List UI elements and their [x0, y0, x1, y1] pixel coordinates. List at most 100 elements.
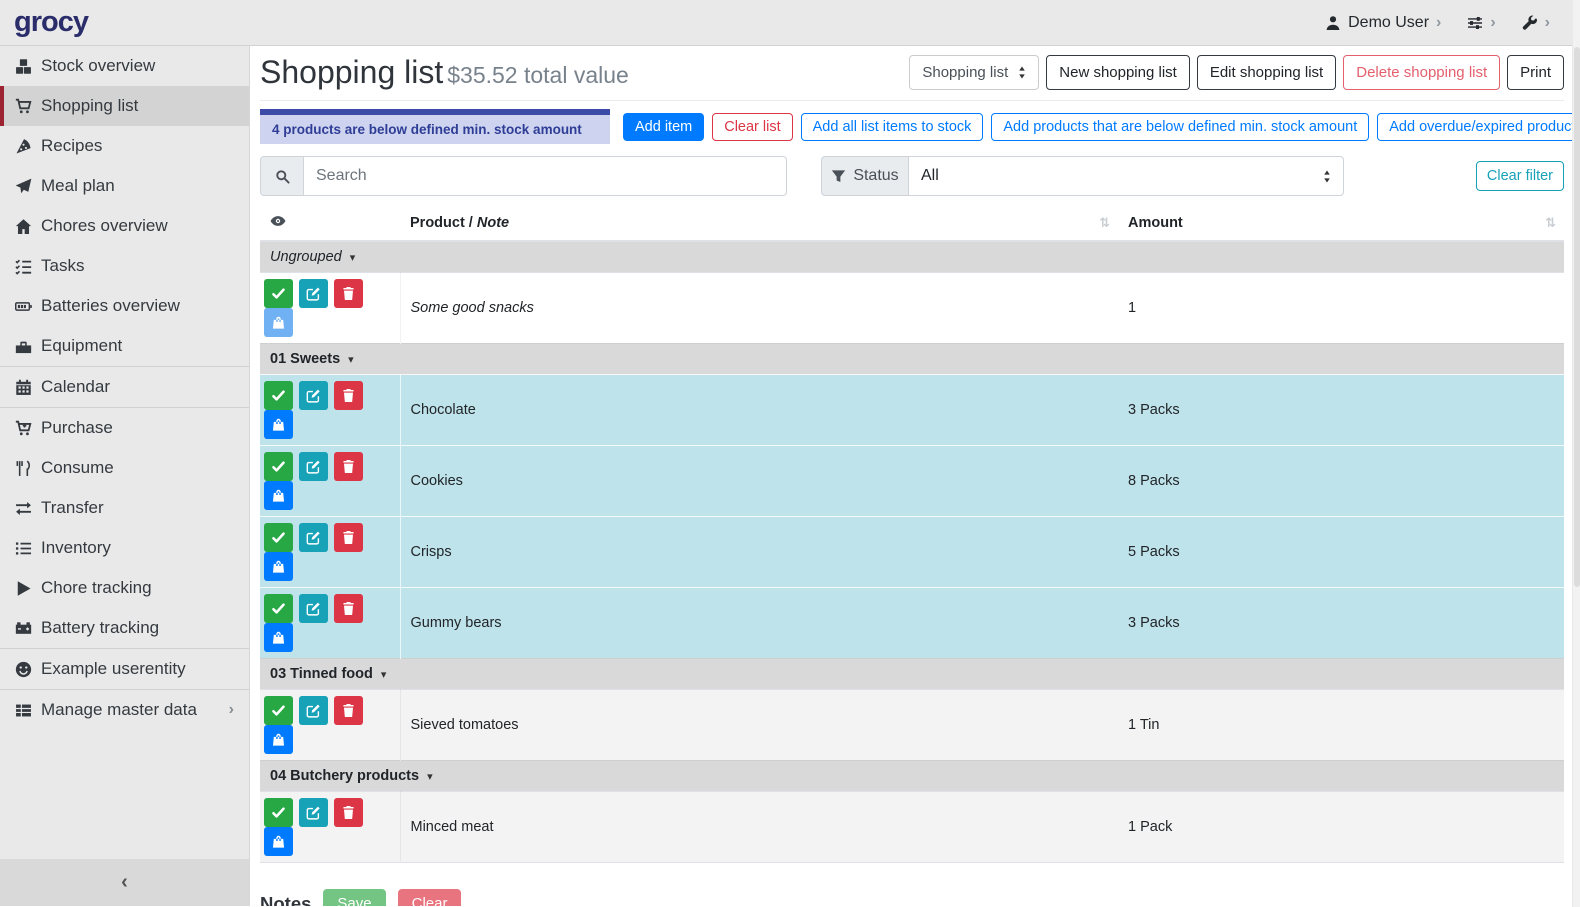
- delete-item-button[interactable]: [334, 594, 363, 623]
- sidebar-item-battery-tracking[interactable]: Battery tracking: [0, 608, 249, 648]
- sidebar-item-inventory[interactable]: Inventory: [0, 528, 249, 568]
- group-header-row-01-sweets[interactable]: 01 Sweets▾: [260, 344, 1564, 375]
- trash-icon: [341, 530, 356, 545]
- toolbox-icon: [15, 338, 32, 355]
- eye-icon: [270, 213, 286, 229]
- filter-row: Status All Clear filter: [260, 156, 1564, 196]
- sidebar-item-label: Manage master data: [41, 700, 197, 720]
- sidebar-item-batteries-overview[interactable]: Batteries overview: [0, 286, 249, 326]
- amount-value: 1 Pack: [1118, 792, 1564, 863]
- delete-item-button[interactable]: [334, 452, 363, 481]
- search-input[interactable]: [304, 156, 787, 196]
- mark-done-button[interactable]: [264, 381, 293, 410]
- settings-menu[interactable]: ›: [1467, 14, 1495, 32]
- min-stock-alert: 4 products are below defined min. stock …: [260, 109, 610, 144]
- check-icon: [271, 286, 286, 301]
- add-to-stock-button[interactable]: [264, 623, 293, 652]
- page-scrollbar[interactable]: [1572, 0, 1580, 907]
- add-overdue-button[interactable]: Add overdue/expired products: [1377, 113, 1580, 141]
- sidebar-item-shopping-list[interactable]: Shopping list: [0, 86, 249, 126]
- trash-icon: [341, 459, 356, 474]
- add-to-stock-button[interactable]: [264, 552, 293, 581]
- group-name: 04 Butchery products: [270, 768, 419, 784]
- column-header-visibility[interactable]: [260, 206, 400, 241]
- add-to-stock-button[interactable]: [264, 827, 293, 856]
- add-all-to-stock-button[interactable]: Add all list items to stock: [801, 113, 984, 141]
- delete-item-button[interactable]: [334, 798, 363, 827]
- add-below-min-stock-button[interactable]: Add products that are below defined min.…: [991, 113, 1369, 141]
- sidebar-collapse-button[interactable]: ‹: [0, 859, 249, 906]
- column-header-amount[interactable]: Amount ⇅: [1118, 206, 1564, 241]
- edit-item-button[interactable]: [299, 696, 328, 725]
- add-to-stock-button[interactable]: [264, 481, 293, 510]
- save-notes-button[interactable]: Save: [323, 889, 385, 906]
- status-filter-select[interactable]: All: [909, 156, 1344, 196]
- admin-menu[interactable]: ›: [1522, 14, 1550, 32]
- sidebar-item-chore-tracking[interactable]: Chore tracking: [0, 568, 249, 608]
- shopping-list-select-value: Shopping list: [922, 64, 1008, 81]
- edit-shopping-list-button[interactable]: Edit shopping list: [1197, 55, 1336, 90]
- sidebar-item-example-userentity[interactable]: Example userentity: [0, 649, 249, 689]
- sidebar-item-transfer[interactable]: Transfer: [0, 488, 249, 528]
- sidebar-item-label: Chore tracking: [41, 578, 152, 598]
- column-header-product[interactable]: Product / Note ⇅: [400, 206, 1118, 241]
- sidebar-item-manage-master-data[interactable]: Manage master data›: [0, 690, 249, 730]
- delete-item-button[interactable]: [334, 696, 363, 725]
- sidebar-item-tasks[interactable]: Tasks: [0, 246, 249, 286]
- sidebar-item-consume[interactable]: Consume: [0, 448, 249, 488]
- sidebar-item-recipes[interactable]: Recipes: [0, 126, 249, 166]
- group-header-row-03-tinned-food[interactable]: 03 Tinned food▾: [260, 659, 1564, 690]
- scrollbar-thumb[interactable]: [1574, 47, 1580, 587]
- delete-item-button[interactable]: [334, 523, 363, 552]
- person-icon: [1325, 15, 1341, 31]
- mark-done-button[interactable]: [264, 696, 293, 725]
- edit-item-button[interactable]: [299, 594, 328, 623]
- mark-done-button[interactable]: [264, 798, 293, 827]
- delete-item-button[interactable]: [334, 381, 363, 410]
- top-header: grocy Demo User › › ›: [0, 0, 1580, 46]
- mark-done-button[interactable]: [264, 594, 293, 623]
- sidebar-item-calendar[interactable]: Calendar: [0, 367, 249, 407]
- edit-item-button[interactable]: [299, 523, 328, 552]
- sidebar-item-chores-overview[interactable]: Chores overview: [0, 206, 249, 246]
- mark-done-button[interactable]: [264, 523, 293, 552]
- sidebar-item-label: Consume: [41, 458, 114, 478]
- clear-notes-button[interactable]: Clear: [398, 889, 462, 906]
- list-action-row: 4 products are below defined min. stock …: [260, 109, 1564, 144]
- edit-item-button[interactable]: [299, 279, 328, 308]
- print-button[interactable]: Print: [1507, 55, 1564, 90]
- chevron-right-icon: ›: [1436, 14, 1441, 32]
- shopping-list-select[interactable]: Shopping list: [909, 55, 1039, 90]
- shopping-list-row-gummy-bears: Gummy bears3 Packs: [260, 588, 1564, 659]
- new-shopping-list-button[interactable]: New shopping list: [1046, 55, 1190, 90]
- edit-item-button[interactable]: [299, 798, 328, 827]
- group-header-row-ungrouped[interactable]: Ungrouped▾: [260, 241, 1564, 273]
- bag-icon: [271, 417, 286, 432]
- play-icon: [15, 580, 32, 597]
- edit-item-button[interactable]: [299, 452, 328, 481]
- clear-filter-button[interactable]: Clear filter: [1476, 161, 1564, 191]
- delete-item-button[interactable]: [334, 279, 363, 308]
- user-menu[interactable]: Demo User ›: [1325, 14, 1441, 32]
- mark-done-button[interactable]: [264, 452, 293, 481]
- group-header-row-04-butchery-products[interactable]: 04 Butchery products▾: [260, 761, 1564, 792]
- amount-value: 8 Packs: [1118, 446, 1564, 517]
- mark-done-button[interactable]: [264, 279, 293, 308]
- sidebar-item-label: Example userentity: [41, 659, 186, 679]
- sidebar-item-purchase[interactable]: Purchase: [0, 408, 249, 448]
- status-filter-label: Status: [821, 156, 909, 196]
- table-icon: [15, 702, 32, 719]
- add-to-stock-button[interactable]: [264, 410, 293, 439]
- edit-item-button[interactable]: [299, 381, 328, 410]
- delete-shopping-list-button[interactable]: Delete shopping list: [1343, 55, 1500, 90]
- sidebar-item-stock-overview[interactable]: Stock overview: [0, 46, 249, 86]
- clear-list-button[interactable]: Clear list: [712, 113, 792, 141]
- add-item-button[interactable]: Add item: [623, 113, 704, 141]
- paper-plane-icon: [15, 178, 32, 195]
- add-to-stock-button[interactable]: [264, 308, 293, 337]
- title-divider: [260, 100, 1564, 101]
- sidebar-item-meal-plan[interactable]: Meal plan: [0, 166, 249, 206]
- add-to-stock-button[interactable]: [264, 725, 293, 754]
- sidebar-item-equipment[interactable]: Equipment: [0, 326, 249, 366]
- search-icon: [260, 156, 304, 196]
